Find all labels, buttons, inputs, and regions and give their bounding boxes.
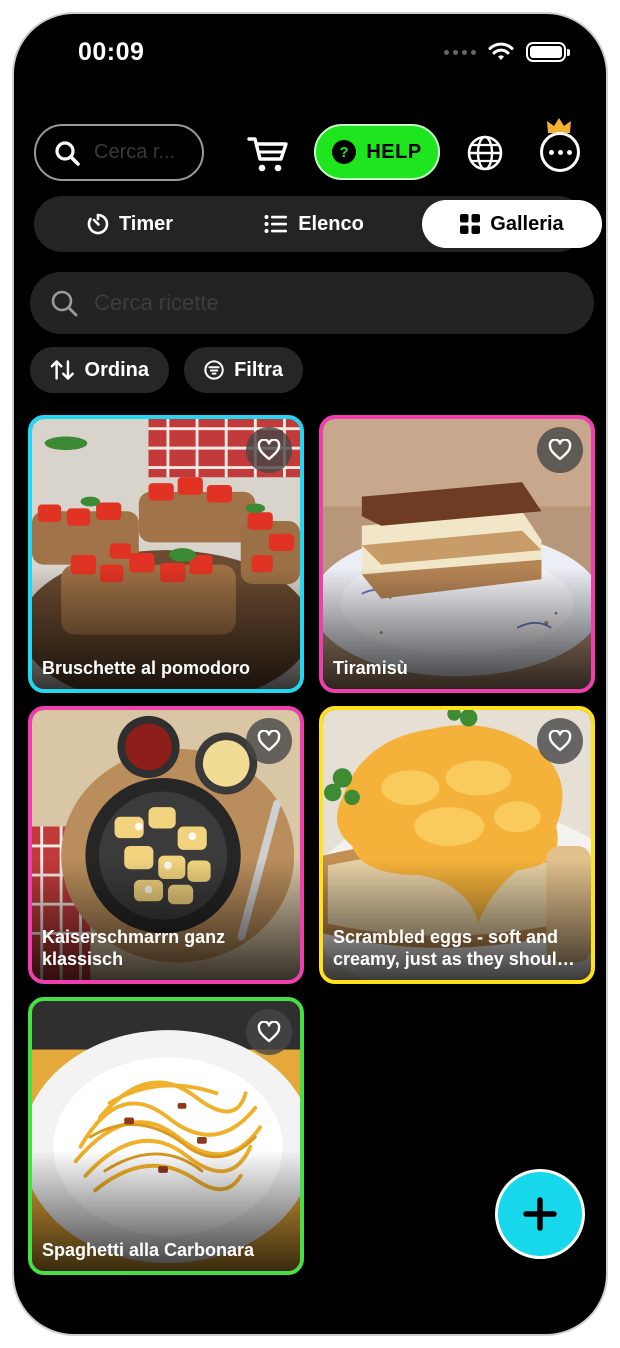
tab-galleria-label: Galleria: [490, 212, 564, 235]
sort-label: Ordina: [84, 358, 149, 381]
more-options-button[interactable]: [540, 132, 580, 172]
battery-icon: [526, 42, 570, 62]
status-time: 00:09: [78, 38, 145, 66]
favorite-button[interactable]: [246, 718, 292, 764]
status-icons: [444, 42, 570, 62]
recipe-card[interactable]: Kaiserschmarrn ganz klassisch: [28, 706, 304, 984]
sort-button[interactable]: Ordina: [30, 347, 169, 393]
cellular-signal-icon: [444, 49, 476, 55]
favorite-button[interactable]: [537, 718, 583, 764]
recipe-card[interactable]: Tiramisù: [319, 415, 595, 693]
filter-button[interactable]: Filtra: [184, 347, 303, 393]
status-bar: 00:09: [14, 14, 606, 94]
recipe-card[interactable]: Scrambled eggs - soft and creamy, just a…: [319, 706, 595, 984]
recipe-search-input[interactable]: [94, 290, 534, 316]
phone-screen: 00:09 ? HELP: [12, 12, 608, 1336]
recipe-title: Spaghetti alla Carbonara: [42, 1240, 255, 1260]
help-button[interactable]: ? HELP: [314, 124, 440, 180]
heart-icon: [548, 439, 572, 461]
search-icon: [51, 290, 78, 317]
question-icon: ?: [332, 140, 357, 164]
filter-label: Filtra: [234, 358, 283, 381]
view-mode-tabs: Timer Elenco Galleria: [34, 196, 602, 252]
globe-icon[interactable]: [466, 134, 504, 172]
tab-timer-label: Timer: [118, 212, 174, 235]
recipe-card[interactable]: Bruschette al pomodoro: [28, 415, 304, 693]
search-icon: [55, 140, 80, 166]
grid-icon: [460, 214, 481, 234]
sort-arrows-icon: [50, 360, 74, 380]
heart-icon: [257, 730, 281, 752]
list-icon: [264, 215, 288, 233]
cart-icon[interactable]: [246, 132, 290, 176]
add-recipe-button[interactable]: [495, 1169, 585, 1259]
recipe-search-field[interactable]: [30, 272, 594, 334]
top-search-input[interactable]: [94, 141, 194, 164]
favorite-button[interactable]: [246, 1009, 292, 1055]
timer-icon: [87, 213, 109, 235]
recipe-card[interactable]: Spaghetti alla Carbonara: [28, 997, 304, 1275]
wifi-icon: [488, 42, 514, 60]
tab-timer[interactable]: Timer: [38, 200, 222, 248]
recipe-title: Tiramisù: [333, 658, 408, 678]
tab-galleria[interactable]: Galleria: [422, 200, 602, 248]
heart-icon: [548, 730, 572, 752]
tab-elenco[interactable]: Elenco: [226, 200, 402, 248]
heart-icon: [257, 1021, 281, 1043]
help-label: HELP: [366, 140, 422, 163]
heart-icon: [257, 439, 281, 461]
favorite-button[interactable]: [246, 427, 292, 473]
recipe-title: Kaiserschmarrn ganz klassisch: [42, 927, 226, 969]
plus-icon: [523, 1197, 557, 1231]
tab-elenco-label: Elenco: [298, 212, 364, 235]
recipe-title: Bruschette al pomodoro: [42, 658, 251, 678]
filter-icon: [204, 360, 224, 380]
recipe-title: Scrambled eggs - soft and creamy, just a…: [333, 927, 568, 969]
favorite-button[interactable]: [537, 427, 583, 473]
top-search-field[interactable]: [34, 124, 204, 181]
